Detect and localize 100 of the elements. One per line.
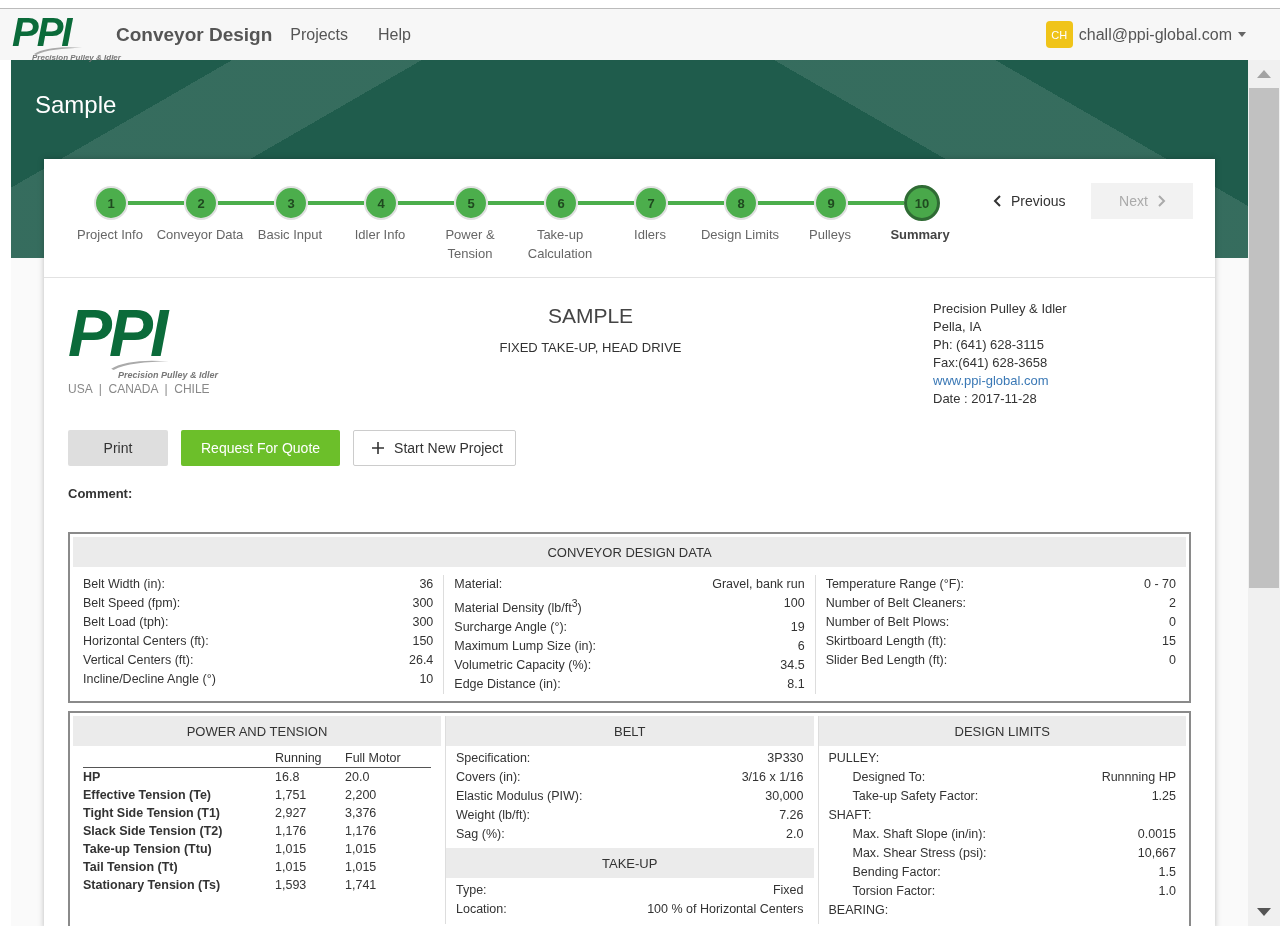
field-label: Material Density (lb/ft$^{3}$) <box>454 597 582 618</box>
action-button[interactable]: Start New Project <box>353 430 516 466</box>
step-label[interactable]: Conveyor Data <box>155 225 245 263</box>
table-cell-text: 1,015 <box>275 841 308 859</box>
field-label: Belt Speed (fpm): <box>83 595 181 612</box>
field-value: 1.25 <box>1151 788 1176 806</box>
step-circle[interactable]: 9 <box>814 186 848 220</box>
group-label: SHAFT: <box>828 807 873 825</box>
field-value: 7.26 <box>779 807 804 825</box>
comment-label: Comment: <box>68 486 134 501</box>
group-label: BEARING: <box>828 902 890 920</box>
field-label: Weight (lb/ft): <box>456 807 531 825</box>
field-label: Designed To: <box>852 769 926 787</box>
nav-link[interactable]: Help <box>378 25 411 44</box>
section-header: POWER AND TENSION <box>73 716 441 747</box>
scroll-down-icon[interactable] <box>1257 908 1271 916</box>
field-label: Number of Belt Cleaners: <box>825 595 966 612</box>
step-circle[interactable]: 6 <box>544 186 578 220</box>
field-label: Material: <box>454 576 503 593</box>
field-label: Slider Bed Length (ft): <box>825 652 948 669</box>
table-cell-text: 16.8 <box>275 769 301 787</box>
field-label: Torsion Factor: <box>852 883 936 901</box>
table-cell-text: 1,176 <box>275 823 308 841</box>
logo-tagline: Precision Pulley & Idler <box>32 52 121 62</box>
field-value: 0.0015 <box>1137 826 1176 844</box>
field-label: Max. Shear Stress (psi): <box>852 845 987 863</box>
action-button[interactable]: Print <box>68 430 168 466</box>
field-value: 300 <box>412 614 434 631</box>
step-circle[interactable]: 5 <box>454 186 488 220</box>
step-circle[interactable]: 8 <box>724 186 758 220</box>
scrollbar[interactable] <box>1248 60 1280 926</box>
table-cell-text: 3,376 <box>345 805 378 823</box>
table-cell-text: 1,015 <box>345 841 378 859</box>
field-value: 0 <box>1169 652 1176 669</box>
field-value: 8.1 <box>787 676 805 694</box>
step-circle[interactable]: 1 <box>94 186 128 220</box>
website-link[interactable]: www.ppi-global.com <box>933 372 1191 390</box>
logo-tagline: Precision Pulley & Idler <box>118 370 219 380</box>
step-label[interactable]: Power & Tension <box>425 225 515 263</box>
step-circle[interactable]: 7 <box>634 186 668 220</box>
field-label: Surcharge Angle (°): <box>454 619 568 637</box>
address-line: Fax:(641) 628-3658 <box>933 354 1049 372</box>
field-value: Runnning HP <box>1101 769 1176 787</box>
field-value: 30,000 <box>765 788 804 806</box>
row-label: Take-up Tension (Ttu) <box>83 841 213 859</box>
section-header: DESIGN LIMITS <box>818 716 1186 747</box>
report-subtitle: FIXED TAKE-UP, HEAD DRIVE <box>499 340 682 355</box>
field-value: 10 <box>419 671 434 688</box>
plus-icon[interactable] <box>372 442 385 454</box>
table-cell-text: 1,593 <box>275 877 308 895</box>
step-connector <box>398 201 454 205</box>
table-cell-text: 1,176 <box>345 823 378 841</box>
step-label[interactable]: Project Info <box>65 225 155 263</box>
caret-icon[interactable] <box>1238 32 1246 37</box>
step-label[interactable]: Take-up Calculation <box>515 225 605 263</box>
field-label: Belt Width (in): <box>83 576 165 593</box>
step-label[interactable]: Pulleys <box>785 225 875 263</box>
field-value: 2.0 <box>786 826 804 844</box>
step-label[interactable]: Basic Input <box>245 225 335 263</box>
nav-link[interactable]: Projects <box>290 25 349 44</box>
field-value: 100 <box>783 595 805 612</box>
row-label: HP <box>83 769 102 787</box>
scrollbar-thumb[interactable] <box>1249 88 1279 588</box>
field-label: Edge Distance (in): <box>454 676 561 694</box>
field-label: Bending Factor: <box>852 864 941 882</box>
field-label: Volumetric Capacity (%): <box>454 657 592 675</box>
table-cell-text: 20.0 <box>345 769 371 787</box>
table-cell-text: 2,927 <box>275 805 308 823</box>
app-title[interactable]: Conveyor Design <box>116 23 273 46</box>
user-menu[interactable]: chall@ppi-global.com <box>1078 25 1232 44</box>
field-label: Specification: <box>456 750 531 768</box>
address-line: Precision Pulley & Idler <box>933 300 1068 318</box>
field-label: Type: <box>456 882 487 900</box>
field-value: 3/16 x 1/16 <box>741 769 804 787</box>
step-circle[interactable]: 2 <box>184 186 218 220</box>
field-label: Max. Shaft Slope (in/in): <box>852 826 986 844</box>
field-label: Skirtboard Length (ft): <box>825 633 947 650</box>
step-circle[interactable]: 3 <box>274 186 308 220</box>
field-label: Vertical Centers (ft): <box>83 652 194 669</box>
step-label[interactable]: Idlers <box>605 225 695 263</box>
step-label[interactable]: Idler Info <box>335 225 425 263</box>
field-value: 34.5 <box>780 657 805 675</box>
field-value: Fixed <box>772 882 804 900</box>
row-label: Tail Tension (Tt) <box>83 859 179 877</box>
chevron-left-icon[interactable] <box>993 195 1001 207</box>
step-label[interactable]: Design Limits <box>695 225 785 263</box>
row-label: Slack Side Tension (T2) <box>83 823 224 841</box>
field-value: 1.0 <box>1158 883 1176 901</box>
step-circle[interactable]: 10 <box>904 185 940 221</box>
step-circle[interactable]: 4 <box>364 186 398 220</box>
field-value: 2 <box>1169 595 1176 612</box>
row-label: Stationary Tension (Ts) <box>83 877 222 895</box>
section-header: TAKE-UP <box>446 848 814 879</box>
address-line: Pella, IA <box>933 318 983 336</box>
row-label: Tight Side Tension (T1) <box>83 805 222 823</box>
field-label: Maximum Lump Size (in): <box>454 638 597 656</box>
previous-button[interactable]: Previous <box>979 183 1080 219</box>
logo-text: PPI <box>68 300 166 366</box>
table-cell-text: 1,751 <box>275 787 308 805</box>
step-label[interactable]: Summary <box>875 225 965 263</box>
